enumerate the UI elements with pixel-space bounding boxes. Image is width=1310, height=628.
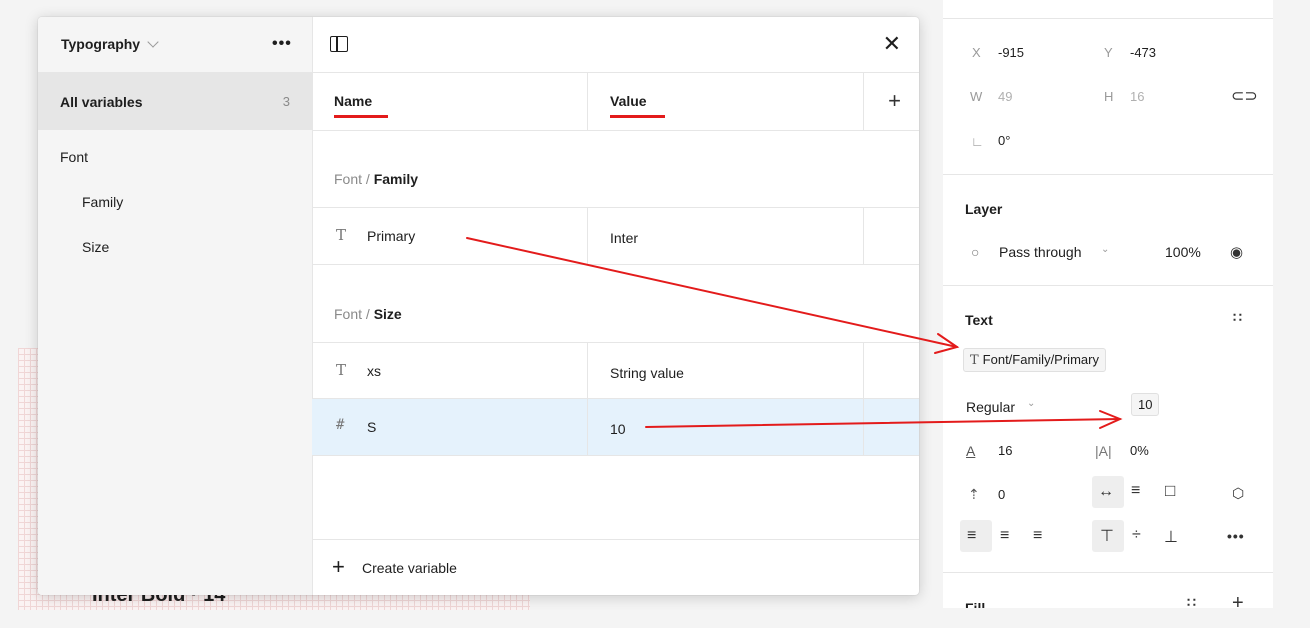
chevron-down-icon: ⌄ <box>1101 244 1110 255</box>
variables-table: ✕ Name Value + Font / Family T Primary I… <box>312 17 919 595</box>
variable-value[interactable]: String value <box>610 365 684 381</box>
variable-value[interactable]: 10 <box>610 421 626 437</box>
more-icon[interactable]: ••• <box>1227 528 1245 544</box>
styles-icon[interactable]: ∷ <box>1233 309 1242 326</box>
x-label: X <box>972 45 981 60</box>
all-variables-label: All variables <box>60 94 143 110</box>
chevron-down-icon: ⌄ <box>1027 398 1036 409</box>
font-size-input[interactable]: 10 <box>1131 393 1160 416</box>
y-input[interactable]: -473 <box>1130 45 1156 60</box>
paragraph-spacing-input[interactable]: 0 <box>998 487 1005 502</box>
collection-dropdown[interactable]: Typography <box>61 36 159 52</box>
sidebar-item-size[interactable]: Size <box>82 239 109 255</box>
align-bottom-icon[interactable]: ⊥ <box>1164 527 1178 547</box>
fixed-size-icon[interactable]: □ <box>1165 481 1175 501</box>
annotation-underline <box>334 115 388 118</box>
styles-icon[interactable]: ∷ <box>1187 594 1196 608</box>
sidebar-toggle-icon[interactable] <box>330 36 348 52</box>
table-header: Name Value + <box>312 72 919 131</box>
add-fill-icon[interactable]: + <box>1232 592 1244 608</box>
all-variables-count: 3 <box>282 94 290 109</box>
modal-toolbar: ✕ <box>312 17 919 72</box>
letter-spacing-input[interactable]: 0% <box>1130 443 1149 458</box>
align-left-icon[interactable]: ≡ <box>967 527 976 545</box>
text-section-title: Text <box>965 312 993 328</box>
column-header-value[interactable]: Value <box>610 93 647 109</box>
eye-icon[interactable]: ◉ <box>1230 243 1243 261</box>
font-variable-name: Font/Family/Primary <box>982 352 1099 367</box>
x-input[interactable]: -915 <box>998 45 1024 60</box>
group-heading-family: Font / Family <box>334 171 419 187</box>
letter-spacing-icon: |A| <box>1095 443 1112 459</box>
height-input[interactable]: 16 <box>1130 89 1144 104</box>
line-height-icon: A <box>966 443 976 459</box>
number-icon: # <box>336 417 345 433</box>
chevron-down-icon <box>147 36 159 48</box>
auto-width-icon[interactable]: ↔ <box>1098 483 1114 501</box>
y-label: Y <box>1104 45 1113 60</box>
add-column-icon[interactable]: + <box>888 88 901 114</box>
table-row[interactable]: T xs String value <box>312 342 919 400</box>
sidebar-item-family[interactable]: Family <box>82 194 123 210</box>
annotation-underline <box>610 115 665 118</box>
variable-name[interactable]: Primary <box>367 228 415 244</box>
font-size-value: 10 <box>1138 397 1153 412</box>
auto-height-icon[interactable]: ≡ <box>1131 482 1140 500</box>
align-center-icon[interactable]: ≡ <box>1000 527 1009 545</box>
font-family-variable-chip[interactable]: T Font/Family/Primary <box>963 348 1106 372</box>
sidebar-item-font[interactable]: Font <box>60 149 88 165</box>
paragraph-spacing-icon: ⇡ <box>968 486 980 502</box>
align-right-icon[interactable]: ≡ <box>1033 527 1042 545</box>
h-label: H <box>1104 89 1114 104</box>
rotation-icon: ∟ <box>971 134 984 149</box>
create-variable-button[interactable]: + Create variable <box>312 539 919 595</box>
rotation-input[interactable]: 0° <box>998 133 1010 148</box>
align-top-icon[interactable]: ⊤ <box>1100 526 1114 546</box>
w-label: W <box>970 89 983 104</box>
variables-modal: Typography ••• All variables 3 Font Fami… <box>38 17 919 595</box>
align-middle-icon[interactable]: ÷ <box>1132 526 1141 544</box>
table-row[interactable]: # S 10 <box>312 398 919 456</box>
create-variable-label: Create variable <box>362 560 457 576</box>
width-input[interactable]: 49 <box>998 89 1012 104</box>
text-icon: T <box>336 226 347 244</box>
layer-section-title: Layer <box>965 201 1003 217</box>
close-icon[interactable]: ✕ <box>883 33 901 55</box>
properties-panel: X -915 Y -473 W 49 H 16 ⊂⊃ ∟ 0° Layer ○ … <box>943 0 1273 608</box>
blend-mode-select[interactable]: Pass through <box>999 244 1082 260</box>
group-heading-size: Font / Size <box>334 306 402 322</box>
more-options-icon[interactable]: ••• <box>272 35 292 53</box>
opacity-input[interactable]: 100% <box>1165 244 1201 260</box>
plus-icon: + <box>332 554 345 579</box>
font-weight-select[interactable]: Regular <box>966 399 1015 415</box>
table-row[interactable]: T Primary Inter <box>312 207 919 265</box>
text-settings-icon[interactable]: ⬡ <box>1232 485 1244 502</box>
variable-name[interactable]: xs <box>367 363 381 379</box>
text-icon: T <box>970 353 979 368</box>
variable-name[interactable]: S <box>367 419 376 435</box>
variable-value[interactable]: Inter <box>610 230 638 246</box>
blend-mode-icon: ○ <box>971 244 980 260</box>
constrain-proportions-icon[interactable]: ⊂⊃ <box>1231 86 1258 106</box>
column-divider <box>863 73 864 130</box>
line-height-input[interactable]: 16 <box>998 443 1012 458</box>
variables-sidebar: Typography ••• All variables 3 Font Fami… <box>38 17 313 595</box>
fill-section-title: Fill <box>965 600 986 608</box>
collection-name: Typography <box>61 36 141 52</box>
column-header-name[interactable]: Name <box>334 93 372 109</box>
column-divider <box>587 73 588 130</box>
text-icon: T <box>336 361 347 379</box>
sidebar-item-all-variables[interactable]: All variables 3 <box>38 72 312 130</box>
